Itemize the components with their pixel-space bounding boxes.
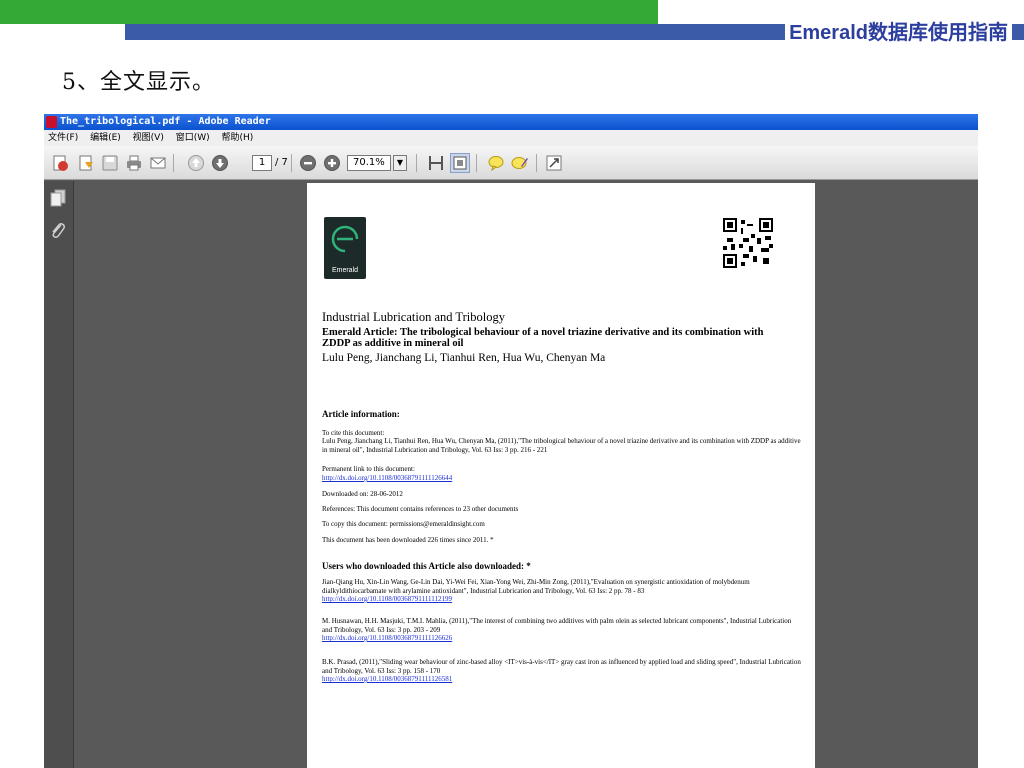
fit-width-icon[interactable]: [426, 153, 446, 173]
cite-text: Lulu Peng, Jianchang Li, Tianhui Ren, Hu…: [322, 437, 801, 454]
menu-bar: 文件(F) 编辑(E) 视图(V) 窗口(W) 帮助(H): [44, 130, 978, 146]
article-info-heading: Article information:: [322, 409, 400, 419]
page-continues-text-fragment: [322, 762, 782, 768]
related-article-text: Jian-Qiang Hu, Xin-Lin Wang, Ge-Lin Dai,…: [322, 578, 750, 595]
navigation-panel: [44, 181, 74, 768]
fit-page-icon[interactable]: [450, 153, 470, 173]
download-count: This document has been downloaded 226 ti…: [322, 536, 494, 544]
menu-file[interactable]: 文件(F): [44, 130, 83, 146]
save-icon[interactable]: [100, 153, 120, 173]
fullscreen-icon[interactable]: [544, 153, 564, 173]
related-article-link[interactable]: http://dx.doi.org/10.1108/00368791111126…: [322, 675, 452, 683]
sign-icon[interactable]: [510, 153, 530, 173]
attachments-icon[interactable]: [50, 221, 66, 245]
title-bar[interactable]: The_tribological.pdf - Adobe Reader: [44, 114, 978, 130]
toolbar: 1 / 7 70.1% ▼: [44, 146, 978, 180]
journal-title: Industrial Lubrication and Tribology: [322, 310, 505, 324]
comment-icon[interactable]: [486, 153, 506, 173]
next-page-icon[interactable]: [210, 153, 230, 173]
create-pdf-icon[interactable]: [50, 153, 70, 173]
zoom-dropdown-chevron-down-icon[interactable]: ▼: [393, 155, 407, 171]
pdf-page: Emerald Industrial Lubrication and Tribo…: [307, 183, 815, 768]
related-article-text: B.K. Prasad, (2011),"Sliding wear behavi…: [322, 658, 801, 675]
article-title: Emerald Article: The tribological behavi…: [322, 327, 764, 349]
slide-brand-title: Emerald数据库使用指南: [785, 20, 1012, 46]
menu-help[interactable]: 帮助(H): [218, 130, 259, 146]
menu-window[interactable]: 窗口(W): [172, 130, 215, 146]
zoom-level-input[interactable]: 70.1%: [347, 155, 391, 171]
print-icon[interactable]: [124, 153, 144, 173]
permalink-label: Permanent link to this document:: [322, 465, 415, 473]
emerald-logo-mark-icon: [331, 225, 359, 253]
references-count: References: This document contains refer…: [322, 505, 519, 513]
header-green-bar: [0, 0, 658, 24]
page-number-input[interactable]: 1: [252, 155, 272, 171]
toolbar-separator: [536, 154, 537, 172]
toolbar-separator: [476, 154, 477, 172]
window-title: The_tribological.pdf - Adobe Reader: [60, 116, 271, 127]
related-article-link[interactable]: http://dx.doi.org/10.1108/00368791111126…: [322, 634, 452, 642]
related-article: Jian-Qiang Hu, Xin-Lin Wang, Ge-Lin Dai,…: [322, 578, 802, 604]
zoom-out-icon[interactable]: [298, 153, 318, 173]
slide-step-heading: 5、全文显示。: [62, 70, 215, 95]
permalink-link[interactable]: http://dx.doi.org/10.1108/00368791111126…: [322, 474, 452, 482]
related-article: M. Husnawan, H.H. Masjuki, T.M.I. Mahlia…: [322, 617, 802, 643]
page-total: / 7: [275, 157, 288, 168]
adobe-reader-window: The_tribological.pdf - Adobe Reader 文件(F…: [44, 114, 978, 768]
open-icon[interactable]: [76, 153, 96, 173]
related-article: B.K. Prasad, (2011),"Sliding wear behavi…: [322, 658, 802, 684]
menu-view[interactable]: 视图(V): [129, 130, 169, 146]
qr-code-icon: [723, 218, 773, 268]
related-article-link[interactable]: http://dx.doi.org/10.1108/00368791111112…: [322, 595, 452, 603]
logo-text: Emerald: [331, 267, 359, 274]
article-authors: Lulu Peng, Jianchang Li, Tianhui Ren, Hu…: [322, 352, 606, 364]
email-icon[interactable]: [148, 153, 168, 173]
menu-edit[interactable]: 编辑(E): [86, 130, 126, 146]
prev-page-icon[interactable]: [186, 153, 206, 173]
toolbar-separator: [416, 154, 417, 172]
downloaded-on: Downloaded on: 28-06-2012: [322, 490, 403, 498]
copy-info: To copy this document: permissions@emera…: [322, 520, 485, 528]
adobe-reader-icon: [46, 116, 57, 128]
toolbar-separator: [173, 154, 174, 172]
toolbar-separator: [291, 154, 292, 172]
zoom-in-icon[interactable]: [322, 153, 342, 173]
related-article-text: M. Husnawan, H.H. Masjuki, T.M.I. Mahlia…: [322, 617, 792, 634]
pages-icon[interactable]: [50, 189, 66, 211]
also-downloaded-heading: Users who downloaded this Article also d…: [322, 561, 531, 571]
emerald-logo: Emerald: [324, 217, 366, 279]
